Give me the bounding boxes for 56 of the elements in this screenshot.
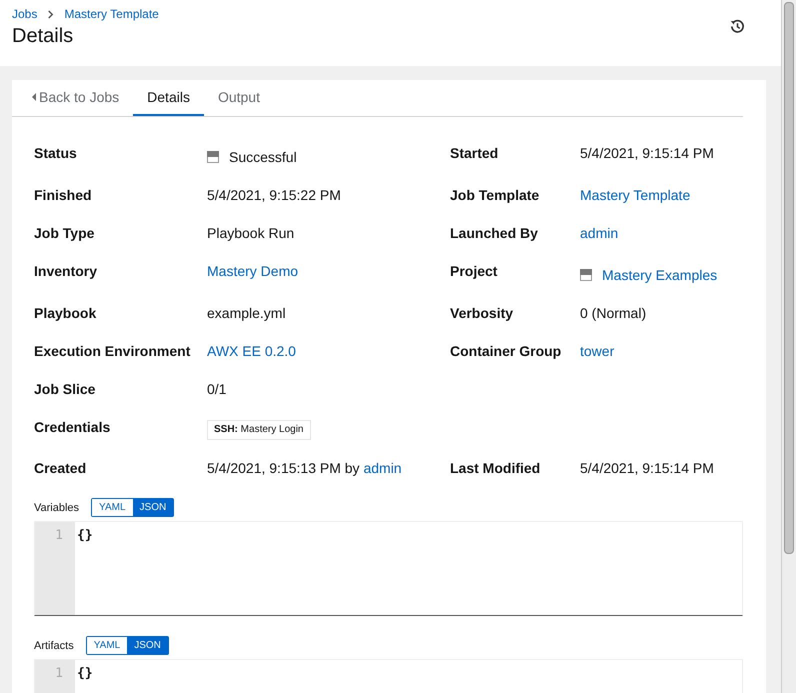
field-value: 5/4/2021, 9:15:14 PM [580,459,715,478]
field-label: Project [450,262,498,281]
editor-label: Variables [34,502,80,514]
field-value: example.yml [207,304,287,323]
field-label: Launched By [450,224,539,243]
field-link[interactable]: admin [363,460,402,476]
line-number: 1 [54,666,63,682]
field-link[interactable]: tower [580,341,743,361]
field-label: Last Modified [450,459,542,478]
format-button[interactable]: JSON [127,637,168,654]
breadcrumb-link[interactable]: Mastery Template [64,7,159,21]
code-line: {} [77,528,93,544]
history-icon[interactable] [730,19,745,34]
scrollbar[interactable] [781,0,796,693]
field-label: Verbosity [450,304,514,323]
chevron-icon [47,10,54,18]
field-label: Started [450,144,500,163]
editor-label: Artifacts [34,640,74,652]
field-label: Container Group [450,342,562,361]
field-value: 0/1 [207,380,228,399]
field-link[interactable]: admin [580,223,743,243]
field-label: Inventory [34,262,98,281]
code-editor[interactable]: 1 {} [34,659,743,693]
tab[interactable]: Output [204,80,274,116]
code-line: {} [77,666,93,682]
field-label: Finished [34,186,93,205]
credential-chip: SSH: Mastery Login [207,420,310,440]
status-icon [207,151,219,163]
page-title: Details [12,25,74,48]
field-link[interactable]: Mastery Demo [207,261,450,281]
field-label: Status [34,144,78,163]
field-label: Created [34,459,88,478]
field-link[interactable]: Mastery Template [580,185,743,205]
status-icon [580,269,592,281]
field-label: Job Type [34,224,96,243]
field-label: Credentials [34,418,112,437]
status-text: Successful [229,148,297,167]
scrollbar-thumb[interactable] [784,2,794,554]
field-label: Job Slice [34,380,96,399]
field-label: Execution Environment [34,342,192,361]
field-value: 5/4/2021, 9:15:22 PM [207,186,342,205]
back-tab[interactable]: Back to Jobs [26,80,134,116]
field-value: Playbook Run [207,224,296,243]
field-value: 5/4/2021, 9:15:14 PM [580,144,715,163]
caret-icon [32,93,36,101]
field-label: Playbook [34,304,98,323]
field-value: 5/4/2021, 9:15:13 PM by [207,460,360,476]
format-button[interactable]: JSON [132,499,174,516]
line-number: 1 [54,528,63,544]
tab[interactable]: Details [133,80,204,116]
breadcrumb-link[interactable]: Jobs [12,7,38,21]
field-link[interactable]: AWX EE 0.2.0 [207,341,450,361]
field-label: Job Template [450,186,540,205]
field-value: 0 (Normal) [580,304,648,323]
code-editor[interactable]: 1 {} [34,521,743,616]
field-link[interactable]: Mastery Examples [602,265,718,285]
